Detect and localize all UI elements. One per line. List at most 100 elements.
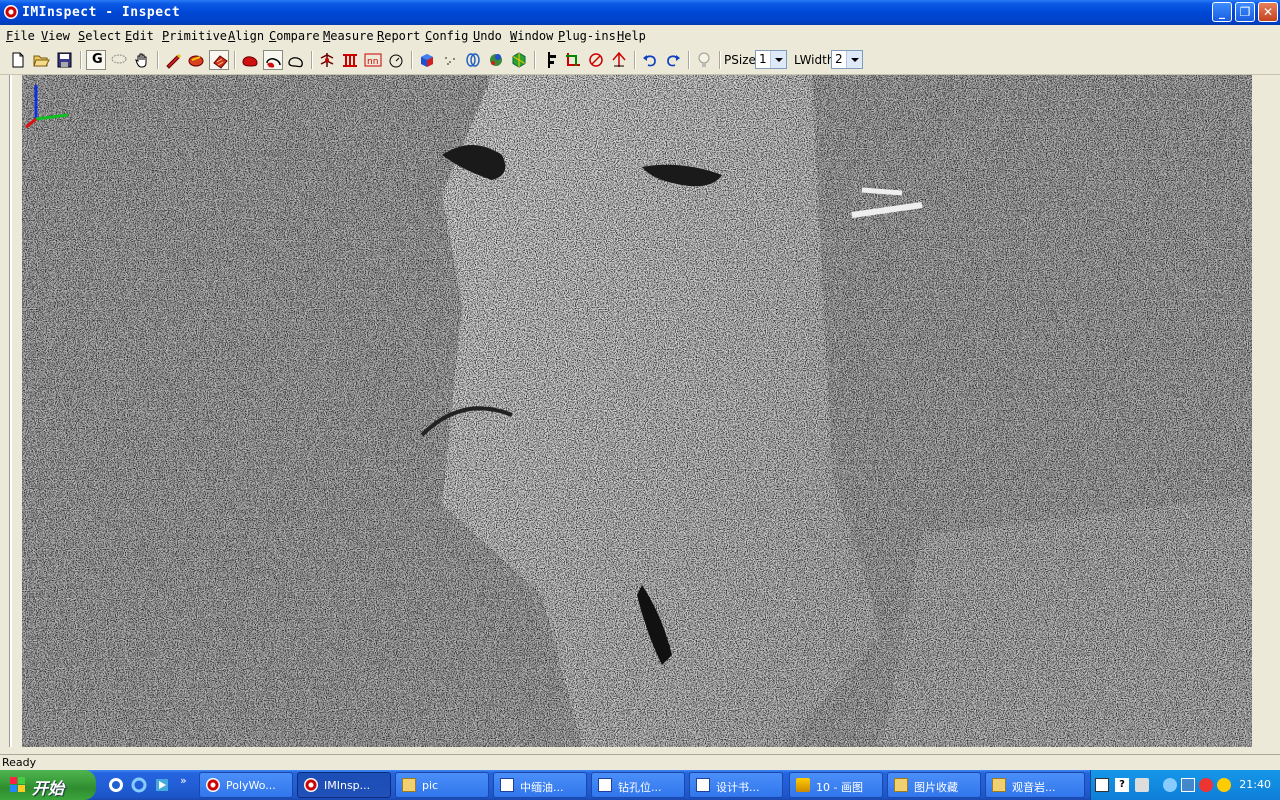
mesh-icon[interactable] bbox=[486, 50, 506, 70]
menu-report[interactable]: Report bbox=[377, 29, 420, 43]
close-button[interactable]: ✕ bbox=[1258, 2, 1278, 22]
system-tray: ? 21:40 bbox=[1090, 770, 1280, 800]
menu-plugins[interactable]: Plug-ins bbox=[558, 29, 616, 43]
menu-file[interactable]: File bbox=[6, 29, 35, 43]
lightbulb-icon[interactable] bbox=[694, 50, 714, 70]
start-button[interactable]: 开始 bbox=[0, 770, 96, 800]
folder-icon bbox=[992, 778, 1006, 792]
paint-icon bbox=[796, 778, 810, 792]
3d-viewport[interactable] bbox=[22, 75, 1252, 747]
menu-help[interactable]: Help bbox=[617, 29, 646, 43]
menu-compare[interactable]: Compare bbox=[269, 29, 320, 43]
menu-align[interactable]: Align bbox=[228, 29, 264, 43]
toolbar: G nn PSize 1 LWidth 2 bbox=[0, 47, 1280, 75]
curve-icon[interactable] bbox=[586, 50, 606, 70]
undo-icon[interactable] bbox=[640, 50, 660, 70]
red-blob-icon[interactable] bbox=[240, 50, 260, 70]
circle-target-icon[interactable] bbox=[386, 50, 406, 70]
status-text: Ready bbox=[2, 756, 37, 769]
folder-icon bbox=[402, 778, 416, 792]
word-icon bbox=[598, 778, 612, 792]
polyworks-icon bbox=[206, 778, 220, 792]
right-margin bbox=[1252, 75, 1280, 747]
redo-icon[interactable] bbox=[663, 50, 683, 70]
menu-bar: File View Select Edit Primitive Align Co… bbox=[0, 25, 1280, 47]
start-label: 开始 bbox=[32, 779, 65, 798]
paint-brush-icon[interactable] bbox=[163, 50, 183, 70]
left-ruler bbox=[0, 75, 22, 747]
menu-select[interactable]: Select bbox=[78, 29, 121, 43]
red-nn-icon[interactable]: nn bbox=[363, 50, 383, 70]
folder-icon bbox=[894, 778, 908, 792]
menu-primitive[interactable]: Primitive bbox=[162, 29, 227, 43]
psize-select[interactable]: 1 bbox=[755, 50, 787, 69]
save-icon[interactable] bbox=[54, 50, 74, 70]
green-hex-icon[interactable] bbox=[509, 50, 529, 70]
ime-icon[interactable] bbox=[1135, 778, 1149, 792]
quicklaunch-expand-icon[interactable]: » bbox=[180, 774, 187, 787]
ie-icon[interactable] bbox=[131, 777, 147, 793]
window-title: IMInspect - Inspect bbox=[22, 5, 181, 20]
svg-text:nn: nn bbox=[367, 57, 378, 67]
points-icon[interactable] bbox=[440, 50, 460, 70]
status-bar: Ready bbox=[0, 754, 1280, 771]
paint-block-icon[interactable] bbox=[209, 50, 229, 70]
lasso-outline-icon[interactable] bbox=[286, 50, 306, 70]
point-cloud-render bbox=[22, 75, 1252, 747]
task-doc-3[interactable]: 设计书... bbox=[689, 772, 783, 798]
red-arrow-up-icon[interactable] bbox=[609, 50, 629, 70]
new-file-icon[interactable] bbox=[8, 50, 28, 70]
windows-flag-icon bbox=[10, 777, 25, 792]
menu-view[interactable]: View bbox=[41, 29, 70, 43]
keyboard-icon[interactable] bbox=[1095, 778, 1109, 792]
paint-select-icon[interactable] bbox=[186, 50, 206, 70]
word-icon bbox=[696, 778, 710, 792]
help-icon[interactable]: ? bbox=[1115, 778, 1129, 792]
polyworks-icon bbox=[304, 778, 318, 792]
qq-icon[interactable] bbox=[1199, 778, 1213, 792]
minimize-button[interactable]: _ bbox=[1212, 2, 1232, 22]
crop-icon[interactable] bbox=[563, 50, 583, 70]
task-doc-1[interactable]: 中缅油... bbox=[493, 772, 587, 798]
title-bar[interactable]: IMInspect - Inspect _ ❐ ✕ bbox=[0, 0, 1280, 25]
lasso-select-icon[interactable] bbox=[109, 50, 129, 70]
menu-config[interactable]: Config bbox=[425, 29, 468, 43]
show-desktop-icon[interactable] bbox=[108, 777, 124, 793]
task-pic[interactable]: pic bbox=[395, 772, 489, 798]
task-guanyinyan[interactable]: 观音岩... bbox=[985, 772, 1085, 798]
app-icon[interactable] bbox=[4, 5, 18, 19]
pan-hand-icon[interactable] bbox=[132, 50, 152, 70]
word-icon bbox=[500, 778, 514, 792]
menu-window[interactable]: Window bbox=[510, 29, 553, 43]
red-columns-icon[interactable] bbox=[340, 50, 360, 70]
lwidth-value: 2 bbox=[835, 52, 843, 66]
clock: 21:40 bbox=[1239, 778, 1271, 791]
open-folder-icon[interactable] bbox=[31, 50, 51, 70]
task-doc-2[interactable]: 钻孔位... bbox=[591, 772, 685, 798]
maximize-button[interactable]: ❐ bbox=[1235, 2, 1255, 22]
task-polyworks[interactable]: PolyWo... bbox=[199, 772, 293, 798]
media-icon[interactable] bbox=[154, 777, 170, 793]
chevron-down-icon[interactable] bbox=[770, 51, 786, 68]
structure-icon[interactable] bbox=[317, 50, 337, 70]
menu-edit[interactable]: Edit bbox=[125, 29, 154, 43]
rings-icon[interactable] bbox=[463, 50, 483, 70]
psize-value: 1 bbox=[759, 52, 767, 66]
tray-arrow-icon[interactable] bbox=[1163, 778, 1177, 792]
task-picture-folder[interactable]: 图片收藏 bbox=[887, 772, 981, 798]
task-iminspect[interactable]: IMInsp... bbox=[297, 772, 391, 798]
lwidth-select[interactable]: 2 bbox=[831, 50, 863, 69]
align-icon[interactable] bbox=[540, 50, 560, 70]
chevron-down-icon[interactable] bbox=[846, 51, 862, 68]
taskbar: 开始 » PolyWo... IMInsp... pic 中缅油... 钻孔位.… bbox=[0, 770, 1280, 800]
cube-colored-icon[interactable] bbox=[417, 50, 437, 70]
menu-undo[interactable]: Undo bbox=[473, 29, 502, 43]
volume-icon[interactable] bbox=[1217, 778, 1231, 792]
lwidth-label: LWidth bbox=[794, 53, 835, 67]
network-icon[interactable] bbox=[1181, 778, 1195, 792]
psize-label: PSize bbox=[724, 53, 756, 67]
task-paint[interactable]: 10 - 画图 bbox=[789, 772, 883, 798]
menu-measure[interactable]: Measure bbox=[323, 29, 374, 43]
red-lasso-icon[interactable] bbox=[263, 50, 283, 70]
g-mode-icon[interactable]: G bbox=[86, 50, 106, 70]
